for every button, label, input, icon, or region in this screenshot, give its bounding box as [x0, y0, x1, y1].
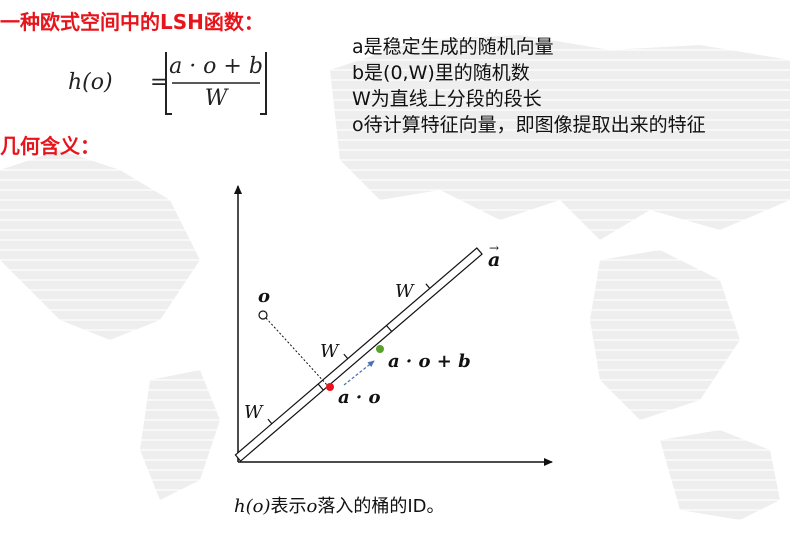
segment-tick-1 [267, 418, 273, 425]
segment-tick-2 [343, 353, 349, 360]
caption-text-1: 表示 [270, 496, 307, 517]
projection-point-marker [326, 383, 334, 391]
caption-text-2: 落入的桶的ID。 [317, 496, 445, 517]
projection-dotted-line [265, 317, 328, 386]
point-o-marker [258, 310, 268, 320]
geometry-diagram: a → o W W W a · o a · o + b [234, 185, 553, 466]
segment-tick-3 [425, 283, 431, 289]
projection-label: a · o [338, 387, 380, 408]
shifted-point-marker [376, 345, 384, 353]
point-o-label: o [258, 286, 270, 307]
segment-label-2: W [320, 341, 340, 362]
caption-math-o: o [306, 496, 318, 517]
diagram-caption: h(o)表示o落入的桶的ID。 [234, 492, 445, 518]
caption-math-h: h(o) [234, 496, 271, 517]
segment-label-3: W [395, 281, 415, 302]
vector-arrow-icon: → [489, 241, 499, 255]
shifted-label: a · o + b [388, 351, 471, 372]
segment-label-1: W [244, 402, 264, 423]
